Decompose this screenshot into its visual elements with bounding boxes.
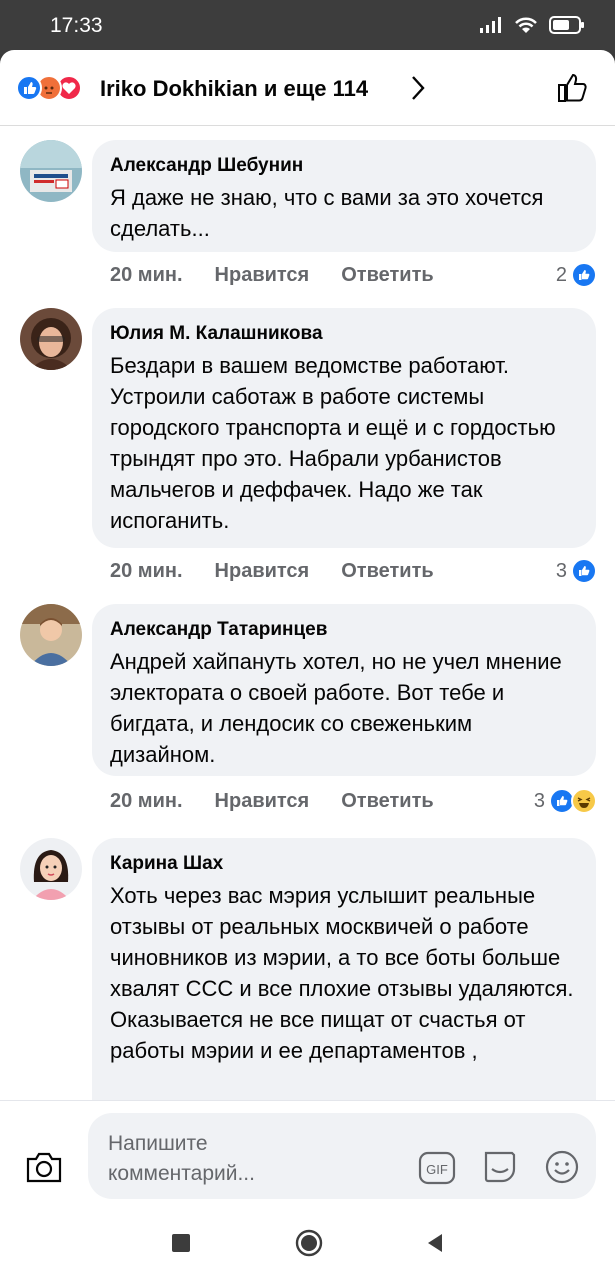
avatar[interactable] (20, 838, 82, 900)
sticker-icon[interactable] (480, 1147, 520, 1187)
reaction-count-value: 3 (533, 789, 545, 812)
comment-actions: 20 мин. Нравится Ответить (110, 790, 434, 813)
comment-time: 20 мин. (110, 560, 183, 582)
comment-input-placeholder: Напишите комментарий... (108, 1132, 255, 1185)
comment-author[interactable]: Карина Шах (110, 852, 578, 876)
comment-actions: 20 мин. Нравится Ответить (110, 264, 434, 287)
back-triangle-icon[interactable] (424, 1232, 446, 1254)
comment-text: Андрей хайпануть хотел, но не учел мнени… (110, 649, 562, 767)
recents-square-icon[interactable] (170, 1232, 192, 1254)
comment-composer: Напишите комментарий... GIF (0, 1100, 615, 1210)
system-nav-bar (0, 1210, 615, 1280)
chevron-right-icon[interactable] (408, 74, 428, 102)
gif-icon[interactable]: GIF (418, 1151, 456, 1185)
comment-bubble[interactable]: Юлия М. Калашникова Бездари в вашем ведо… (92, 308, 596, 548)
avatar[interactable] (20, 140, 82, 202)
like-reaction-icon (16, 75, 42, 101)
status-bar: 17:33 (0, 0, 615, 54)
comments-sheet: Iriko Dokhikian и еще 114 Александр Шебу… (0, 50, 615, 1210)
comment-bubble[interactable]: Карина Шах Хоть через вас мэрия услышит … (92, 838, 596, 1100)
like-badge-icon (571, 558, 597, 584)
comment-author[interactable]: Юлия М. Калашникова (110, 322, 578, 346)
reaction-count[interactable]: 3 (534, 788, 597, 814)
comment-text: Бездари в вашем ведомстве работают. Устр… (110, 353, 556, 533)
comment-text: Хоть через вас мэрия услышит реальные от… (110, 883, 574, 1063)
comment-bubble[interactable]: Александр Шебунин Я даже не знаю, что с … (92, 140, 596, 252)
home-circle-icon[interactable] (294, 1228, 324, 1258)
reaction-count-value: 3 (555, 559, 567, 582)
like-link[interactable]: Нравится (215, 264, 310, 287)
wifi-icon (515, 17, 537, 33)
avatar[interactable] (20, 308, 82, 370)
avatar[interactable] (20, 604, 82, 666)
comment-author[interactable]: Александр Татаринцев (110, 618, 578, 642)
reaction-count[interactable]: 3 (556, 558, 597, 584)
reactors-title[interactable]: Iriko Dokhikian и еще 114 (100, 76, 368, 102)
comment-time: 20 мин. (110, 264, 183, 286)
comment-bubble[interactable]: Александр Татаринцев Андрей хайпануть хо… (92, 604, 596, 776)
comment-input[interactable]: Напишите комментарий... GIF (88, 1113, 596, 1199)
reply-link[interactable]: Ответить (341, 560, 433, 583)
camera-icon[interactable] (24, 1149, 64, 1185)
emoji-icon[interactable] (544, 1149, 580, 1185)
reaction-count-value: 2 (555, 263, 567, 286)
reactions-header[interactable]: Iriko Dokhikian и еще 114 (0, 50, 615, 126)
comments-list: Александр Шебунин Я даже не знаю, что с … (0, 126, 615, 1100)
comment-actions: 20 мин. Нравится Ответить (110, 560, 434, 583)
status-icons (479, 15, 585, 35)
reaction-icons (16, 75, 82, 101)
like-thumb-icon[interactable] (555, 70, 591, 106)
reply-link[interactable]: Ответить (341, 790, 433, 813)
comment-text: Я даже не знаю, что с вами за это хочетс… (110, 185, 544, 241)
signal-icon (480, 17, 501, 33)
comment-author[interactable]: Александр Шебунин (110, 154, 578, 178)
comment-time: 20 мин. (110, 790, 183, 812)
like-badge-icon (571, 262, 597, 288)
reply-link[interactable]: Ответить (341, 264, 433, 287)
status-time: 17:33 (50, 14, 103, 37)
like-link[interactable]: Нравится (215, 790, 310, 813)
gif-label: GIF (426, 1162, 448, 1177)
haha-badge-icon (571, 788, 597, 814)
reaction-count[interactable]: 2 (556, 262, 597, 288)
battery-icon (549, 16, 584, 34)
like-link[interactable]: Нравится (215, 560, 310, 583)
